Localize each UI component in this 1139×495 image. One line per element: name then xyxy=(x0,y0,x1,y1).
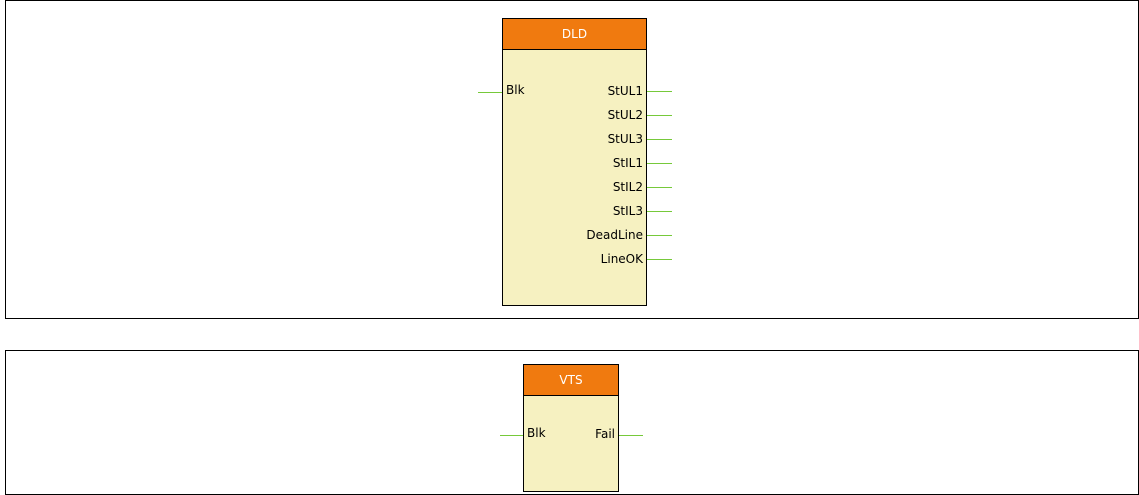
dld-output-label-deadline: DeadLine xyxy=(586,228,643,242)
dld-block[interactable]: DLD Blk StUL1 StUL2 StUL3 StIL1 StIL2 St… xyxy=(478,18,672,306)
vts-input-connector-blk[interactable] xyxy=(500,435,523,436)
dld-output-label-stul1: StUL1 xyxy=(607,84,643,98)
dld-output-connector-stul1[interactable] xyxy=(647,91,672,92)
vts-output-connector-fail[interactable] xyxy=(619,435,643,436)
vts-block-title: VTS xyxy=(524,365,618,396)
dld-output-label-lineok: LineOK xyxy=(600,252,643,266)
dld-diagram-panel: DLD Blk StUL1 StUL2 StUL3 StIL1 StIL2 St… xyxy=(5,0,1139,319)
dld-output-connector-stil2[interactable] xyxy=(647,187,672,188)
dld-output-connector-stil1[interactable] xyxy=(647,163,672,164)
dld-output-connector-lineok[interactable] xyxy=(647,259,672,260)
dld-output-connector-stul2[interactable] xyxy=(647,115,672,116)
dld-output-label-stil2: StIL2 xyxy=(612,180,643,194)
dld-output-connector-stul3[interactable] xyxy=(647,139,672,140)
dld-block-title: DLD xyxy=(503,19,646,50)
dld-output-connector-deadline[interactable] xyxy=(647,235,672,236)
vts-output-label-fail: Fail xyxy=(595,427,615,441)
dld-output-label-stil1: StIL1 xyxy=(612,156,643,170)
vts-input-label-blk: Blk xyxy=(527,426,546,440)
dld-output-label-stul2: StUL2 xyxy=(607,108,643,122)
dld-input-connector-blk[interactable] xyxy=(478,92,502,93)
vts-block[interactable]: VTS Blk Fail xyxy=(500,364,643,492)
dld-input-label-blk: Blk xyxy=(506,83,525,97)
dld-output-connector-stil3[interactable] xyxy=(647,211,672,212)
vts-diagram-panel: VTS Blk Fail xyxy=(5,350,1139,495)
dld-output-label-stil3: StIL3 xyxy=(612,204,643,218)
dld-output-label-stul3: StUL3 xyxy=(607,132,643,146)
